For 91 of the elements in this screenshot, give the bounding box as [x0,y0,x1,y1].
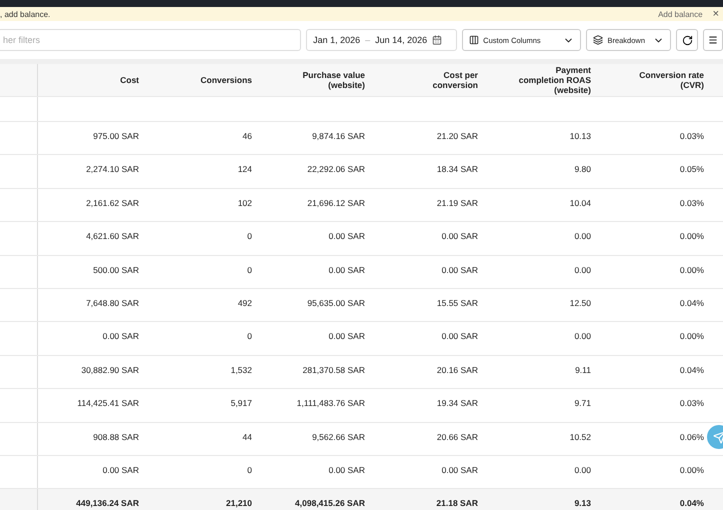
table-cell: 9.71 [574,398,591,408]
table-cell: 281,370.58 SAR [302,364,365,375]
table-cell: 0.03% [680,398,704,408]
table-cell: 0 [247,331,252,342]
table-cell: 44 [242,432,252,442]
table-cell: 908.88 SAR [93,432,139,442]
table-cell: 30,882.90 SAR [81,364,139,375]
calendar-icon [432,35,442,45]
table-cell: 9,874.16 SAR [312,131,365,141]
column-header[interactable]: Purchase value (website) [285,70,365,90]
total-cell: 449,136.24 SAR [76,498,139,508]
table-cell: 21,696.12 SAR [307,198,365,208]
table-cell: 0.00 [574,264,591,275]
banner-message: , add balance. [0,10,50,18]
columns-icon [469,35,480,45]
table-cell: 0.00 SAR [328,331,365,342]
date-range-field[interactable]: Jan 1, 2026 – Jun 14, 2026 [306,29,458,51]
column-header[interactable]: Cost [120,75,139,85]
table-cell: 0.00 [574,464,591,475]
table-cell: 0.00 SAR [442,264,478,275]
table-cell: 10.04 [570,198,591,208]
table-cell: 0.00 SAR [442,331,478,342]
table-cell: 4,621.60 SAR [86,231,139,242]
table-cell: 975.00 SAR [93,131,139,141]
table-cell: 0.00 [574,231,591,242]
table-cell: 0.00 SAR [442,231,478,242]
table-cell: 0.06% [680,432,704,442]
table-cell: 0.00 SAR [442,464,478,475]
table-cell: 12.50 [570,298,591,308]
table-cell: 95,635.00 SAR [307,298,365,308]
table-cell: 114,425.41 SAR [77,398,139,408]
close-button[interactable]: × [712,8,719,20]
table-cell: 492 [238,298,252,308]
refresh-button[interactable] [676,29,698,51]
table-cell: 0.00 [574,331,591,342]
table-cell: 0.00 SAR [102,464,139,475]
table-cell: 22,292.06 SAR [307,164,365,174]
table-cell: 0.00% [680,331,704,342]
add-balance-link[interactable]: Add balance [658,10,703,18]
total-cell: 4,098,415.26 SAR [295,498,365,508]
table-cell: 0.00% [680,231,704,242]
table-cell: 20.66 SAR [436,432,478,442]
total-cell: 0.04% [680,498,704,508]
column-header[interactable]: Conversion rate (CVR) [624,70,704,90]
table-cell: 0.00 SAR [102,331,139,342]
table-cell: 0.00% [680,264,704,275]
table-cell: 7,648.80 SAR [86,298,139,308]
table-cell: 10.52 [570,432,591,442]
menu-icon [708,35,718,45]
table-cell: 102 [238,198,252,208]
refresh-icon [682,34,692,46]
table-cell: 0.00 SAR [328,231,365,242]
total-cell: 21,210 [226,498,252,508]
filter-search-field[interactable]: her filters [0,29,302,51]
table-cell: 9.11 [575,364,591,375]
table-cell: 0.00% [680,464,704,475]
table-cell: 1,532 [230,364,252,375]
menu-button[interactable] [703,29,723,51]
table-cell: 0.00 SAR [328,464,365,475]
table-cell: 0 [247,264,252,275]
table-cell: 21.20 SAR [436,131,478,141]
table-cell: 124 [238,164,252,174]
table-cell: 2,274.10 SAR [86,164,139,174]
table-cell: 19.34 SAR [436,398,478,408]
table-cell: 20.16 SAR [436,364,478,375]
table-cell: 18.34 SAR [436,164,478,174]
column-header[interactable]: Cost per conversion [398,70,478,90]
table-cell: 5,917 [230,398,252,408]
table-cell: 0.04% [680,364,704,375]
table-cell: 21.19 SAR [436,198,478,208]
table-cell: 10.13 [570,131,591,141]
paper-plane-icon [712,430,723,444]
table-cell: 0.03% [680,198,704,208]
table-cell: 0.05% [680,164,704,174]
column-header[interactable]: Conversions [200,75,252,85]
table-cell: 15.55 SAR [436,298,478,308]
table-cell: 1,111,483.76 SAR [296,398,365,408]
table-cell: 46 [242,131,252,141]
table-cell: 0.04% [680,298,704,308]
table-cell: 0.03% [680,131,704,141]
table-cell: 0 [247,231,252,242]
table-cell: 9,562.66 SAR [312,432,365,442]
column-header[interactable]: Payment completion ROAS (website) [511,65,591,95]
table-cell: 0 [247,464,252,475]
total-cell: 21.18 SAR [436,498,478,508]
table-cell: 9.80 [574,164,591,174]
layers-icon [593,35,604,45]
table-cell: 2,161.62 SAR [86,198,139,208]
total-cell: 9.13 [574,498,591,508]
table-cell: 0.00 SAR [328,264,365,275]
table-cell: 500.00 SAR [93,264,139,275]
